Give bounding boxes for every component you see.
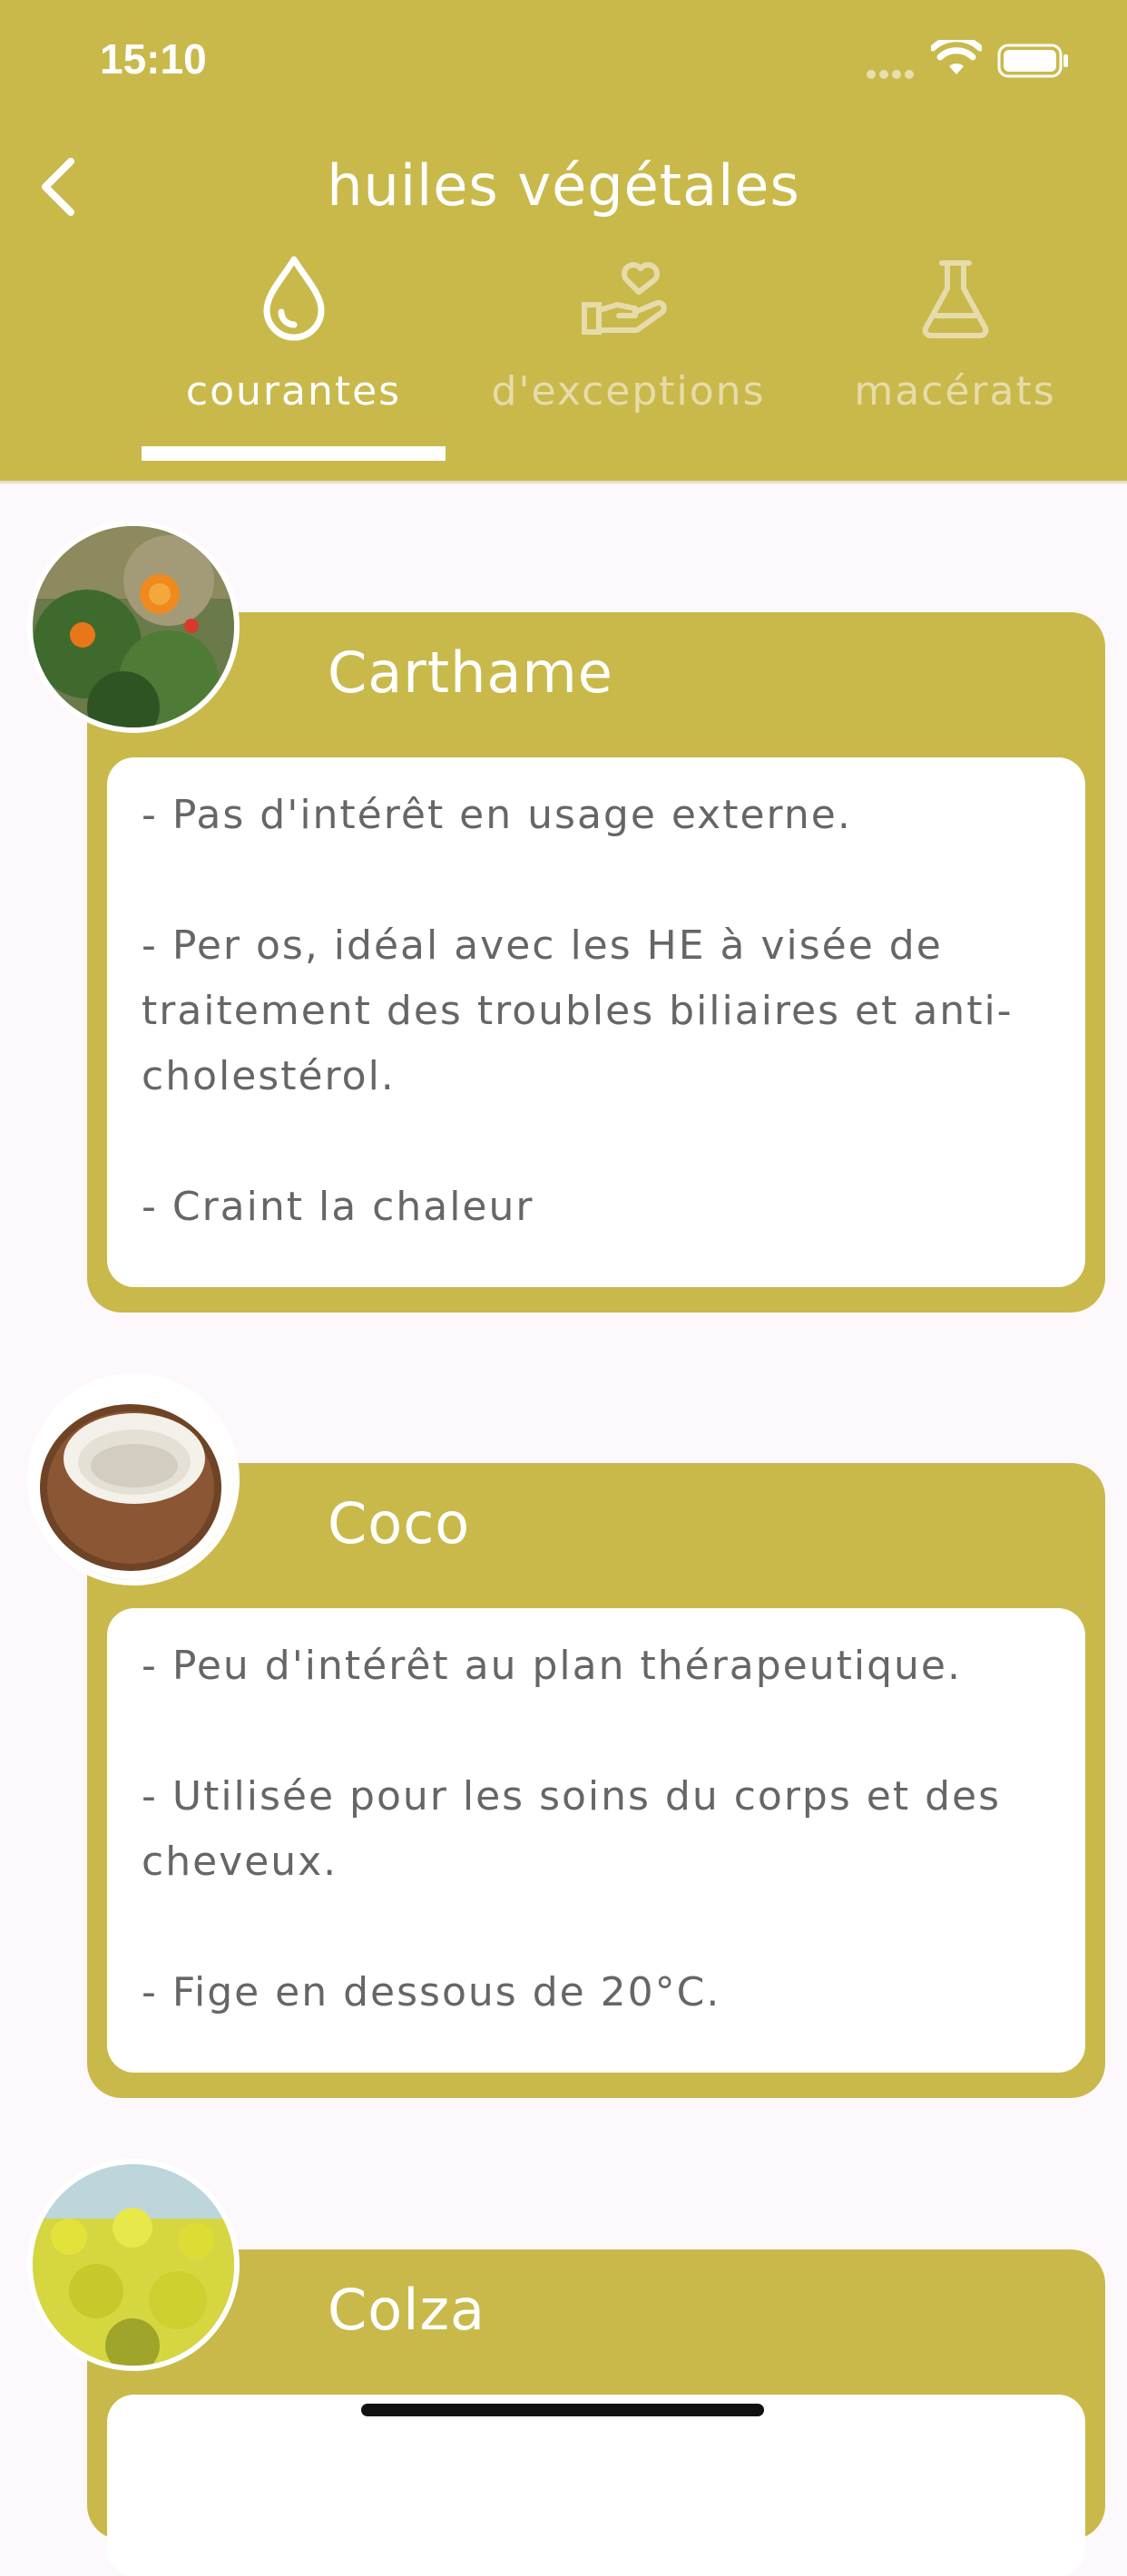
tab-courantes[interactable]: courantes (142, 254, 446, 415)
coconut-photo (27, 1373, 240, 1586)
oil-description (107, 2395, 1085, 2576)
oil-card-colza[interactable]: Colza (87, 2249, 1105, 2576)
signal-icon (867, 65, 917, 83)
home-indicator (361, 2404, 764, 2416)
description-line: - Per os, idéal avec les HE à visée de t… (142, 922, 1014, 1099)
description-line: - Utilisée pour les soins du corps et de… (142, 1773, 1002, 1885)
oil-description: - Pas d'intérêt en usage externe. - Per … (107, 757, 1085, 1287)
tab-macerats[interactable]: macérats (821, 254, 1089, 415)
oil-name: Carthame (328, 639, 613, 706)
description-line: - Pas d'intérêt en usage externe. (142, 792, 852, 838)
oil-card-carthame[interactable]: Carthame - Pas d'intérêt en usage extern… (87, 612, 1105, 1312)
description-line: - Craint la chaleur (142, 1184, 534, 1230)
oil-name: Colza (328, 2277, 485, 2343)
oil-name: Coco (328, 1490, 471, 1556)
oil-description: - Peu d'intérêt au plan thérapeutique. -… (107, 1608, 1085, 2073)
wifi-icon (931, 40, 982, 74)
page-title: huiles végétales (327, 152, 800, 219)
tab-label-exceptions: d'exceptions (491, 368, 766, 415)
active-tab-indicator (142, 446, 446, 461)
battery-icon (997, 44, 1068, 78)
tab-label-courantes: courantes (185, 368, 402, 415)
safflower-photo (27, 521, 240, 733)
flask-icon (922, 260, 988, 338)
hand-heart-icon (581, 262, 667, 335)
description-line: - Fige en dessous de 20°C. (142, 1969, 721, 2015)
tab-label-macerats: macérats (854, 368, 1056, 415)
rapeseed-photo (27, 2159, 240, 2371)
app-header: 15:10 huiles végétales courantes d'excep… (0, 0, 1127, 483)
drop-icon (263, 256, 324, 341)
status-time: 15:10 (100, 35, 207, 83)
oil-card-coco[interactable]: Coco - Peu d'intérêt au plan thérapeutiq… (87, 1463, 1105, 2098)
tab-exceptions[interactable]: d'exceptions (472, 254, 785, 415)
description-line: - Peu d'intérêt au plan thérapeutique. (142, 1643, 962, 1689)
